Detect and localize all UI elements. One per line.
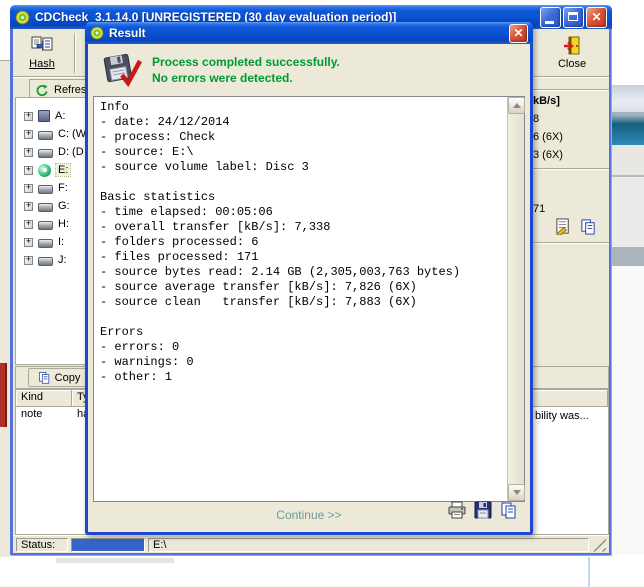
floppy-drive-icon [38, 110, 50, 122]
print-icon[interactable] [448, 501, 466, 519]
cd-app-icon [15, 10, 30, 25]
hard-drive-icon [38, 257, 53, 266]
dialog-title: Result [109, 26, 146, 40]
background-red-graphic [0, 363, 7, 427]
hard-drive-icon [38, 203, 53, 212]
report-content: Info - date: 24/12/2014 - process: Check… [94, 97, 507, 501]
dialog-close-button[interactable]: ✕ [509, 24, 528, 43]
hard-drive-icon [38, 185, 53, 194]
minimize-button[interactable] [540, 7, 561, 28]
disk-check-icon [102, 53, 142, 89]
scrollbar[interactable] [507, 97, 524, 501]
status-bar: Status: E:\ [13, 535, 609, 553]
chevron-down-icon [513, 490, 521, 499]
hash-button-label: Hash [29, 58, 55, 70]
stats-count-fragment: 71 [533, 203, 545, 215]
desktop: CDCheck 3.1.14.0 [UNREGISTERED (30 day e… [0, 0, 644, 587]
stats-value-fragment: 8 [533, 113, 539, 125]
hash-icon [31, 36, 53, 56]
hard-drive-icon [38, 239, 53, 248]
window-shadow [56, 558, 174, 563]
maximize-icon [568, 12, 578, 21]
hash-button[interactable]: Hash [18, 32, 66, 74]
cd-app-icon [90, 26, 104, 40]
cell-kind: note [16, 407, 72, 423]
copy-icon[interactable] [500, 501, 518, 519]
background-window-right [608, 85, 644, 555]
chevron-up-icon [513, 99, 521, 108]
expand-icon[interactable] [24, 184, 33, 193]
report-icon[interactable] [555, 218, 572, 235]
stats-value-fragment: 3 (6X) [533, 149, 563, 161]
maximize-button[interactable] [563, 7, 584, 28]
expand-icon[interactable] [24, 220, 33, 229]
stats-heading-fragment: kB/s] [533, 95, 560, 107]
expand-icon[interactable] [24, 238, 33, 247]
hard-drive-icon [38, 221, 53, 230]
result-dialog: Result ✕ Process completed successfully. [85, 22, 533, 535]
toolbar-separator [74, 33, 76, 73]
close-window-button[interactable]: ✕ [586, 7, 607, 28]
minimize-icon [545, 21, 554, 24]
copy-icon[interactable] [580, 218, 597, 235]
result-message: Process completed successfully. No error… [152, 54, 340, 86]
expand-icon[interactable] [24, 112, 33, 121]
status-path: E:\ [148, 538, 589, 552]
close-icon: ✕ [587, 8, 606, 27]
expand-icon[interactable] [24, 202, 33, 211]
close-icon: ✕ [510, 25, 527, 42]
expand-icon[interactable] [24, 148, 33, 157]
report-text-area[interactable]: Info - date: 24/12/2014 - process: Check… [93, 96, 525, 502]
expand-icon[interactable] [24, 130, 33, 139]
cell-message-fragment: bility was... [535, 410, 589, 422]
status-label: Status: [16, 538, 68, 552]
scroll-down-button[interactable] [508, 484, 525, 501]
progress-bar [71, 538, 145, 552]
resize-grip[interactable] [592, 538, 606, 552]
background-window-left [0, 60, 10, 557]
dialog-body: Process completed successfully. No error… [88, 44, 530, 532]
copy-button[interactable]: Copy [28, 368, 90, 387]
save-icon[interactable] [474, 501, 492, 519]
copy-button-label: Copy [55, 372, 81, 384]
hard-drive-icon [38, 149, 53, 158]
copy-icon [38, 371, 51, 384]
column-header-kind[interactable]: Kind [16, 390, 72, 406]
dialog-titlebar[interactable]: Result ✕ [85, 22, 533, 44]
expand-icon[interactable] [24, 166, 33, 175]
expand-icon[interactable] [24, 256, 33, 265]
background-window-edge [588, 557, 590, 587]
refresh-icon [36, 84, 49, 97]
statistics-panel: kB/s] 8 6 (6X) 3 (6X) 71 [533, 29, 609, 369]
scroll-up-button[interactable] [508, 97, 525, 114]
cd-drive-icon [38, 164, 51, 177]
result-message-line1: Process completed successfully. [152, 54, 340, 70]
result-message-line2: No errors were detected. [152, 70, 340, 86]
stats-value-fragment: 6 (6X) [533, 131, 563, 143]
hard-drive-icon [38, 131, 53, 140]
